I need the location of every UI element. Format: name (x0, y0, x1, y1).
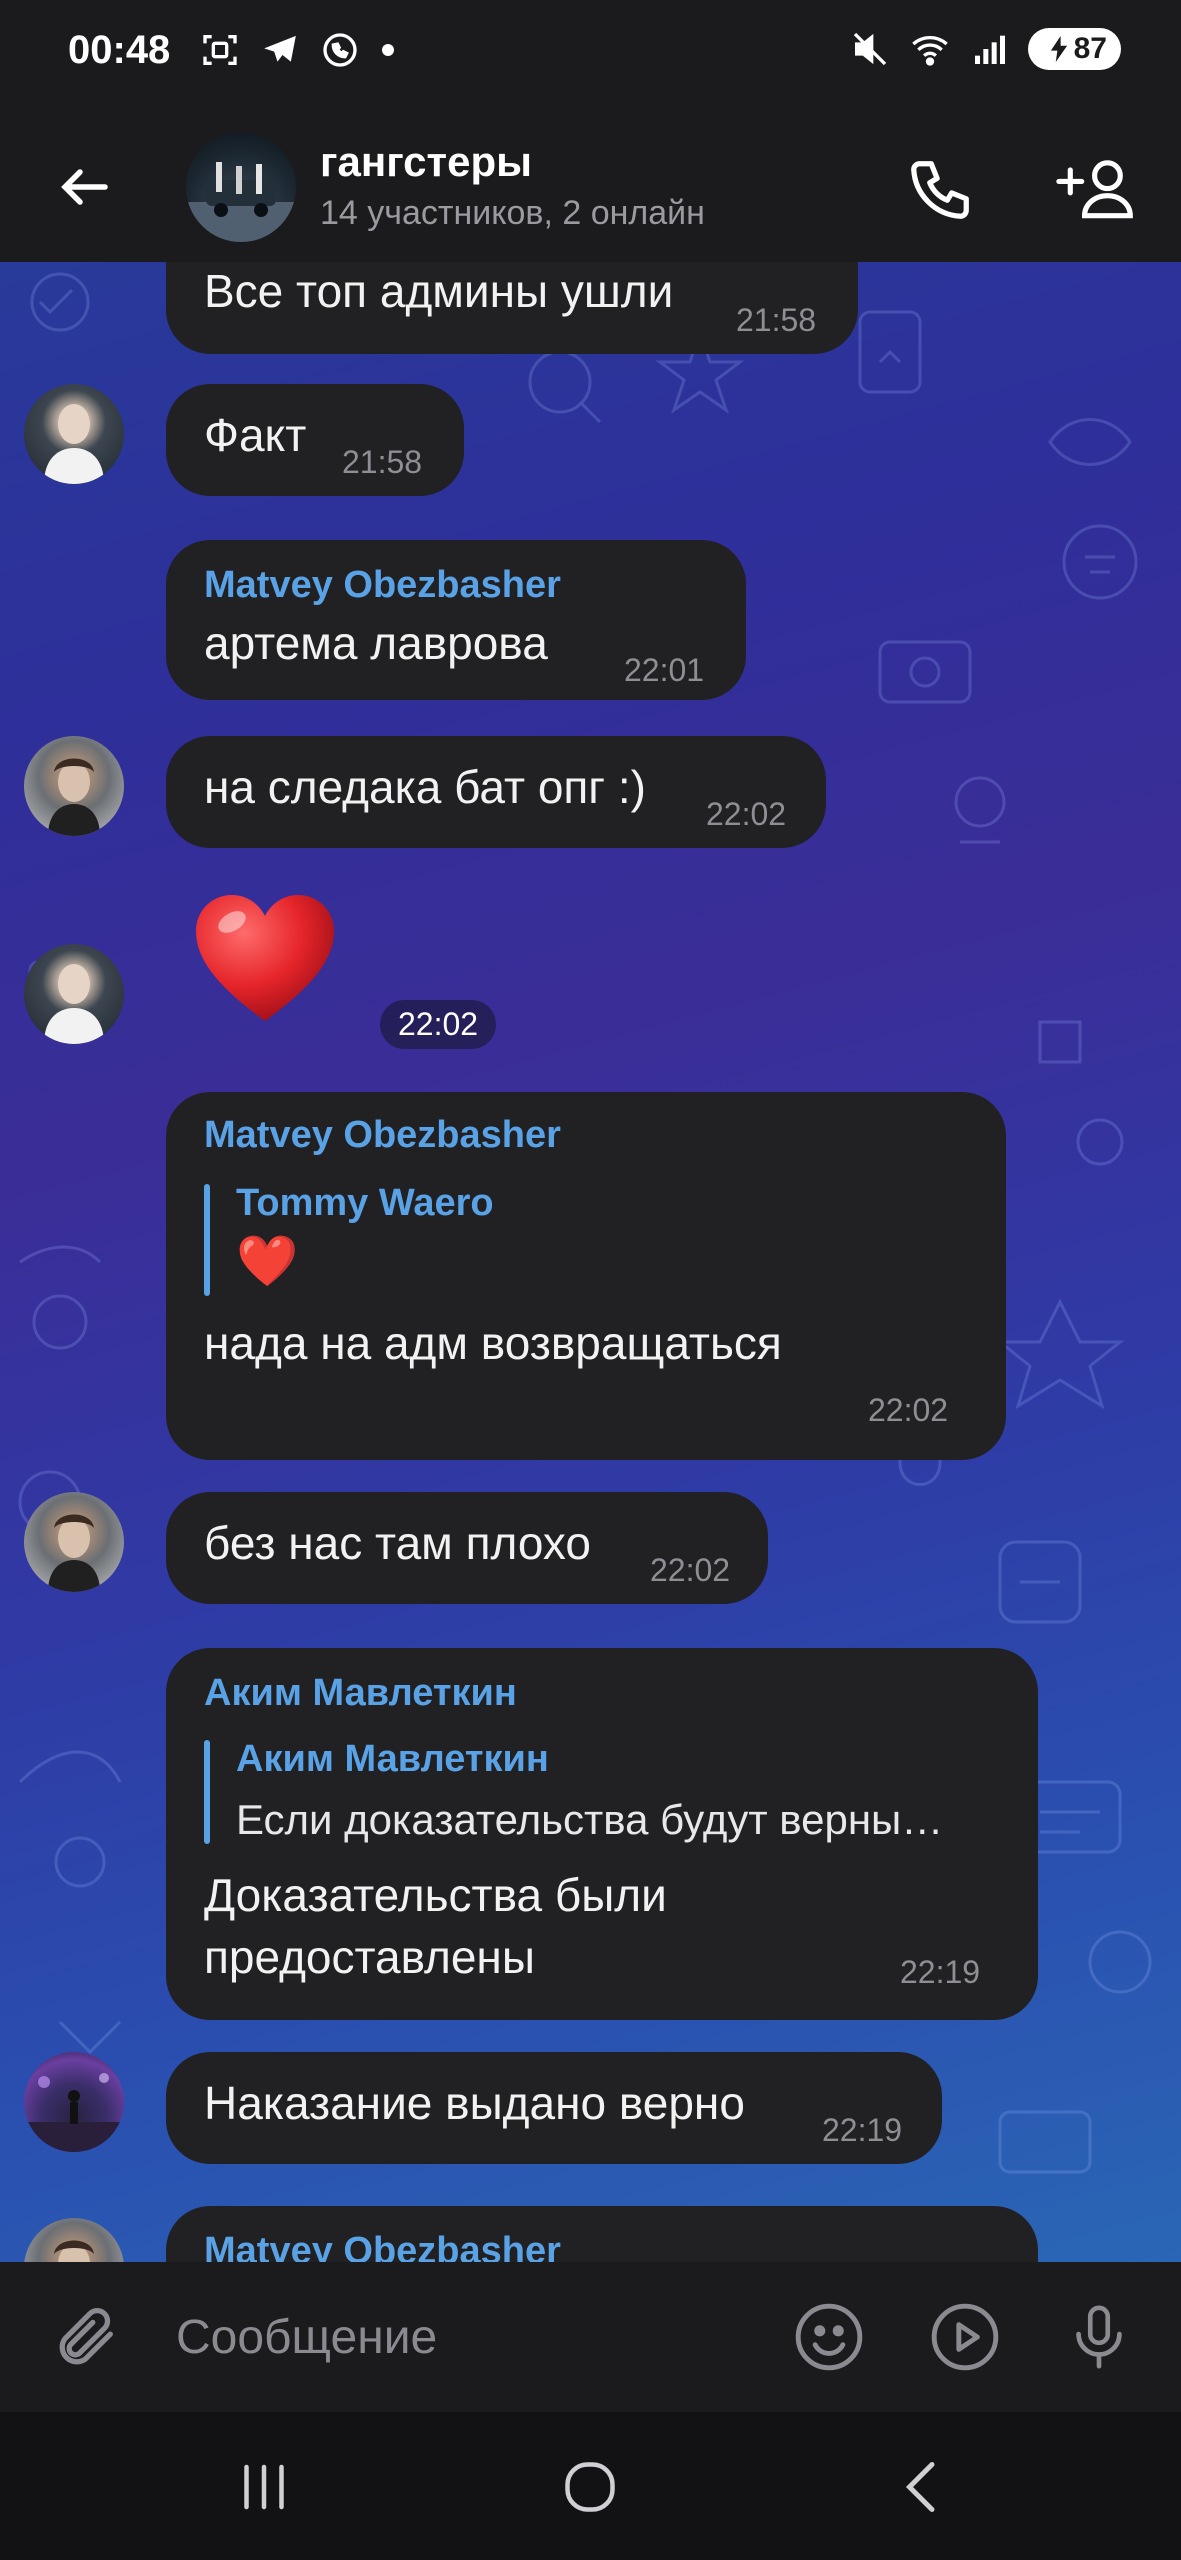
chat-subtitle: 14 участников, 2 онлайн (320, 194, 705, 232)
reply-bar (204, 1740, 210, 1844)
signal-icon (974, 35, 1005, 64)
add-member-button[interactable] (1046, 140, 1146, 240)
message-input[interactable] (176, 2302, 756, 2372)
message-bubble[interactable]: Matvey Obezbasher (166, 2206, 1038, 2262)
home-icon (565, 2462, 615, 2512)
system-back-button[interactable] (862, 2442, 982, 2532)
status-bar: 00:48 87 (0, 0, 1181, 112)
message-time: 22:19 (822, 2112, 903, 2148)
battery-charging-icon (1050, 36, 1067, 62)
message-time: 21:58 (736, 302, 817, 338)
system-navigation-bar (0, 2412, 1181, 2560)
video-message-button[interactable] (920, 2292, 1010, 2382)
message-text: Факт (204, 409, 307, 461)
back-chevron-icon (905, 2462, 935, 2512)
sender-name[interactable]: Аким Мавлеткин (204, 1672, 517, 1715)
system-icons: 87 (850, 28, 1121, 70)
avatar[interactable] (24, 2052, 124, 2152)
recent-apps-icon (244, 2464, 284, 2510)
sender-name[interactable]: Matvey Obezbasher (204, 1114, 561, 1157)
avatar[interactable] (24, 736, 124, 836)
sender-name[interactable]: Matvey Obezbasher (204, 2230, 561, 2262)
home-button[interactable] (530, 2442, 650, 2532)
telegram-icon (264, 35, 296, 62)
reply-text: ❤️ (236, 1233, 299, 1289)
paperclip-icon (59, 2308, 113, 2365)
message-time: 22:01 (624, 652, 705, 688)
message-bubble[interactable]: Все топ админы ушли 21:58 (166, 262, 858, 354)
message-bubble[interactable]: Наказание выдано верно 22:19 (166, 2052, 942, 2164)
chat-title[interactable]: гангстеры (320, 138, 532, 186)
mute-icon (853, 32, 886, 66)
message-bubble[interactable]: Matvey Obezbasher артема лаврова 22:01 (166, 540, 746, 700)
battery-level: 87 (1073, 32, 1107, 65)
add-user-icon (1056, 160, 1133, 219)
message-bubble[interactable]: Аким Мавлеткин Аким Мавлеткин Если доказ… (166, 1648, 1038, 2020)
reply-sender-name: Аким Мавлеткин (236, 1738, 549, 1780)
avatar[interactable] (24, 384, 124, 484)
message-text: Все топ админы ушли (204, 265, 674, 317)
emoji-message[interactable] (190, 888, 350, 1038)
phone-icon (911, 161, 969, 219)
smile-icon (795, 2303, 863, 2371)
message-time: 22:02 (650, 1552, 731, 1588)
message-bubble[interactable]: на следака бат опг :) 22:02 (166, 736, 826, 848)
attach-button[interactable] (42, 2292, 132, 2382)
screenshot-icon (203, 35, 237, 65)
wifi-icon (911, 36, 948, 66)
message-bubble[interactable]: без нас там плохо 22:02 (166, 1492, 768, 1604)
emoji-button[interactable] (784, 2292, 874, 2382)
avatar[interactable] (24, 944, 124, 1044)
back-button[interactable] (40, 142, 130, 232)
whatsapp-icon (323, 33, 357, 67)
message-input-bar (0, 2262, 1181, 2412)
message-time: 22:02 (380, 1000, 497, 1049)
chat-area[interactable]: Все топ админы ушли 21:58 Факт 21:58 Mat… (0, 262, 1181, 2262)
play-circle-icon (931, 2303, 999, 2371)
reply-bar (204, 1184, 210, 1296)
message-text: Наказание выдано верно (204, 2077, 745, 2129)
message-bubble[interactable]: Matvey Obezbasher Tommy Waero ❤️ нада на… (166, 1092, 1006, 1460)
dot-icon (382, 44, 394, 56)
message-time: 21:58 (342, 444, 423, 480)
message-time: 22:02 (868, 1392, 949, 1428)
message-text: нада на адм возвращаться (204, 1317, 782, 1369)
sender-name[interactable]: Matvey Obezbasher (204, 564, 561, 607)
reply-sender-name: Tommy Waero (236, 1182, 494, 1224)
chat-header: гангстеры 14 участников, 2 онлайн (0, 112, 1181, 262)
call-button[interactable] (890, 140, 990, 240)
message-time: 22:02 (706, 796, 787, 832)
status-time: 00:48 (68, 28, 171, 72)
heart-emoji-icon (196, 895, 334, 1021)
voice-message-button[interactable] (1054, 2292, 1144, 2382)
message-text: артема лаврова (204, 617, 548, 669)
microphone-icon (1076, 2305, 1122, 2369)
battery-indicator: 87 (1027, 28, 1121, 70)
message-text: на следака бат опг :) (204, 761, 646, 813)
group-avatar[interactable] (186, 132, 296, 242)
message-time: 22:19 (900, 1954, 981, 1990)
notification-icons (200, 30, 396, 70)
avatar[interactable] (24, 1492, 124, 1592)
reply-text: Если доказательства будут верны… (236, 1796, 944, 1843)
back-arrow-icon (61, 169, 108, 205)
message-text-line-2: предоставлены (204, 1931, 535, 1983)
message-text-line-1: Доказательства были (204, 1869, 667, 1921)
recent-apps-button[interactable] (204, 2442, 324, 2532)
message-text: без нас там плохо (204, 1517, 591, 1569)
message-bubble[interactable]: Факт 21:58 (166, 384, 464, 496)
